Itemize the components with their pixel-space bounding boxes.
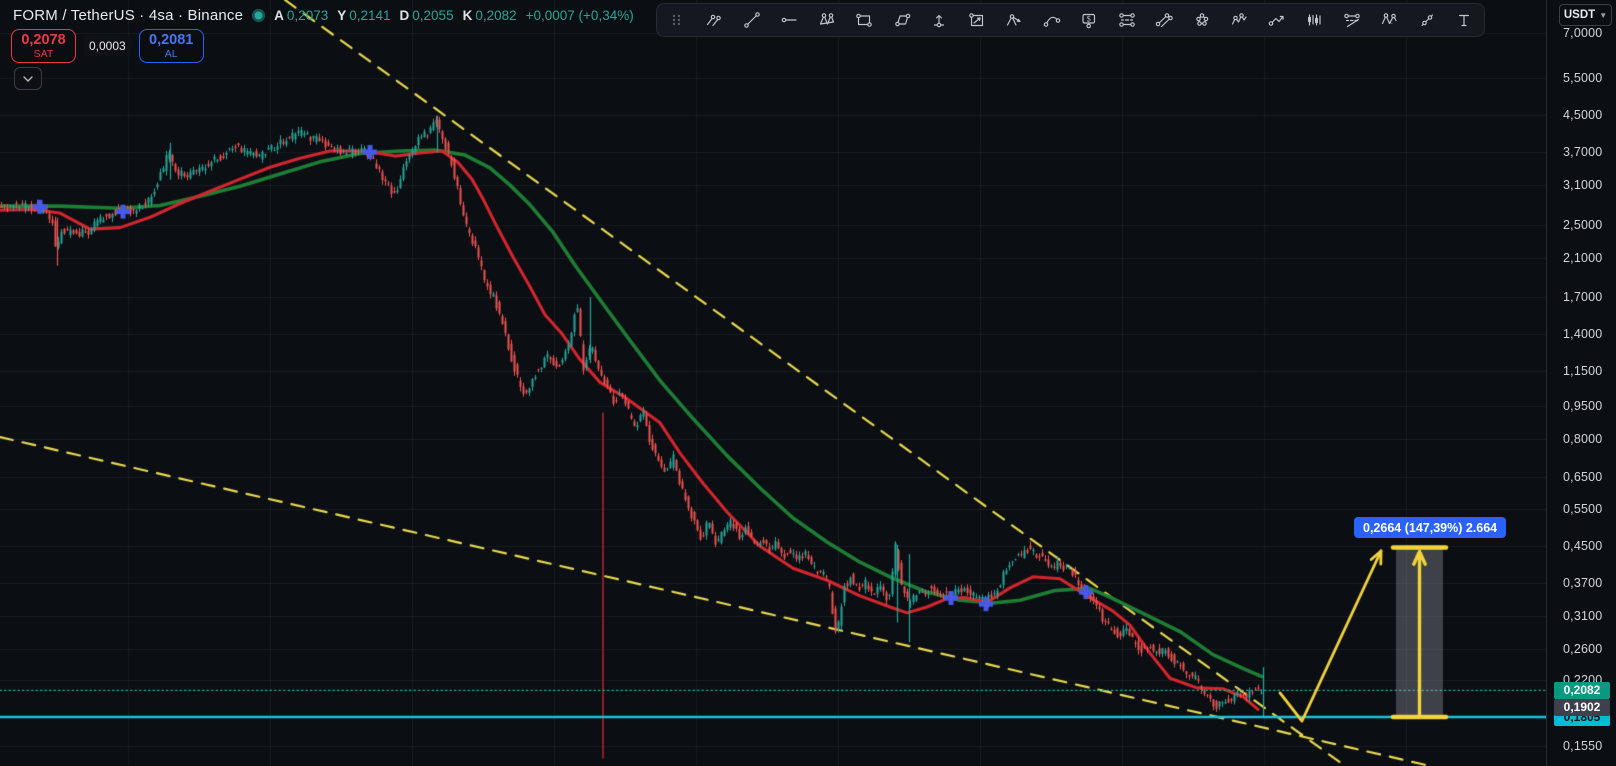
- ohlc-label: D: [399, 8, 410, 23]
- price-tick-label: 1,1500: [1563, 363, 1603, 378]
- gray-price-badge: 0,1902: [1554, 699, 1610, 717]
- sell-price: 0,2078: [21, 31, 66, 48]
- chevron-down-icon: [23, 75, 33, 82]
- tool-trend-line[interactable]: [741, 10, 762, 31]
- price-tick-label: 1,4000: [1563, 326, 1603, 341]
- tool-harmonic-pattern[interactable]: c: [1379, 10, 1400, 31]
- fib-retracement-icon: [1118, 13, 1135, 27]
- tool-bars-pattern[interactable]: [1304, 10, 1325, 31]
- tool-price-label[interactable]: $: [1079, 10, 1100, 31]
- text-icon: [1458, 14, 1470, 27]
- tool-projection[interactable]: [966, 10, 987, 31]
- ohlc-value: 0,2055: [412, 8, 454, 23]
- price-label-icon: $: [1082, 13, 1096, 29]
- trend-line-icon: [743, 12, 760, 28]
- arc-icon: [1043, 16, 1060, 27]
- harmonic-pattern-icon: c: [1381, 13, 1397, 26]
- parallel-channel-icon: [1155, 13, 1173, 28]
- buy-price: 0,2081: [149, 31, 194, 48]
- currency-selector-button[interactable]: USDT ▼: [1559, 4, 1612, 26]
- price-tick-label: 3,1000: [1563, 178, 1603, 193]
- tool-cycle-pattern[interactable]: [1191, 10, 1212, 31]
- price-tick-label: 0,3700: [1563, 575, 1603, 590]
- tool-trend-arrow[interactable]: [1266, 10, 1287, 31]
- price-tick-label: 0,8000: [1563, 431, 1603, 446]
- ohlc-value: 0,2141: [349, 8, 391, 23]
- sell-label: SAT: [33, 47, 54, 60]
- tool-text[interactable]: [1454, 10, 1475, 31]
- price-tick-label: 1,7000: [1563, 290, 1603, 305]
- svg-text:c: c: [1390, 20, 1393, 26]
- price-tick-label: 0,1550: [1563, 738, 1603, 753]
- price-tick-label: 0,4500: [1563, 539, 1603, 554]
- cycle-pattern-icon: [1195, 13, 1208, 26]
- price-axis[interactable]: 7,0000 5,5000 4,5000 3,7000 3,1000 2,5000 2,10…: [1546, 0, 1616, 766]
- rectangle-icon: [856, 13, 872, 27]
- drawing-toolbar: $ c: [656, 3, 1485, 37]
- tool-arc[interactable]: [1041, 10, 1062, 31]
- price-tick-label: 2,1000: [1563, 250, 1603, 265]
- price-tick-label: 0,6500: [1563, 470, 1603, 485]
- price-tick-label: 4,5000: [1563, 108, 1603, 123]
- market-status-icon: [252, 9, 266, 22]
- buy-label: AL: [164, 47, 178, 60]
- tool-rectangle[interactable]: [854, 10, 875, 31]
- trend-arrow-icon: [1268, 15, 1284, 26]
- tool-fib-channel[interactable]: [1341, 10, 1362, 31]
- ohlc-label: K: [462, 8, 473, 23]
- tool-trend-segments[interactable]: [704, 10, 725, 31]
- elliott-wave-icon: [1231, 13, 1247, 25]
- xabcd-pattern-icon: [819, 13, 834, 25]
- projection-icon: [968, 13, 983, 27]
- tool-triangle-pattern[interactable]: [1004, 10, 1025, 31]
- price-tick-label: 0,2600: [1563, 641, 1603, 656]
- tool-parallelogram[interactable]: [891, 10, 912, 31]
- current-price-badge: 0,2082: [1554, 682, 1610, 700]
- buy-button[interactable]: 0,2081 AL: [138, 29, 204, 63]
- price-chart-canvas[interactable]: [0, 0, 1546, 766]
- spread-value: 0,0003: [84, 36, 131, 56]
- trade-widget: 0,2078 SAT 0,0003 0,2081 AL: [11, 29, 204, 63]
- tool-date-price-range[interactable]: [929, 10, 950, 31]
- price-tick-label: 7,0000: [1563, 25, 1603, 40]
- ohlc-value: 0,2073: [286, 8, 329, 23]
- price-tick-label: 0,5500: [1563, 501, 1603, 516]
- chevron-down-icon: ▼: [1599, 10, 1608, 20]
- tool-elliott-wave[interactable]: [1229, 10, 1250, 31]
- price-change: +0,0007 (+0,34%): [525, 8, 634, 23]
- tool-xabcd-pattern[interactable]: [816, 10, 837, 31]
- svg-text:$: $: [1087, 14, 1091, 23]
- tool-sloped-trend-line[interactable]: [1416, 10, 1437, 31]
- drag-handle-icon[interactable]: [666, 10, 687, 31]
- triangle-pattern-icon: [1006, 14, 1021, 26]
- tool-fib-retracement[interactable]: [1116, 10, 1137, 31]
- price-tick-label: 3,7000: [1563, 145, 1603, 159]
- collapse-widget-button[interactable]: [14, 67, 42, 90]
- symbol-header: FORM / TetherUS · 4sa · Binance A 0,2073 Y…: [13, 7, 634, 24]
- tool-horizontal-ray[interactable]: [779, 10, 800, 31]
- measure-label[interactable]: 0,2664 (147,39%) 2.664: [1354, 517, 1507, 538]
- sell-button[interactable]: 0,2078 SAT: [11, 29, 76, 63]
- price-tick-label: 0,3100: [1563, 608, 1603, 623]
- price-tick-label: 2,5000: [1563, 218, 1603, 233]
- ohlc-label: A: [274, 8, 284, 23]
- symbol-title[interactable]: FORM / TetherUS · 4sa · Binance: [13, 7, 243, 24]
- ohlc-label: Y: [337, 8, 347, 23]
- currency-label: USDT: [1563, 9, 1596, 21]
- sloped-trend-line-icon: [1420, 14, 1433, 27]
- price-tick-label: 0,9500: [1563, 399, 1603, 414]
- drag-handle-icon: [672, 14, 680, 26]
- bars-pattern-icon: [1308, 14, 1321, 26]
- parallelogram-icon: [894, 13, 910, 27]
- date-price-range-icon: [933, 14, 945, 28]
- price-tick-label: 5,5000: [1563, 70, 1603, 85]
- fib-channel-icon: [1343, 13, 1360, 28]
- trend-segments-icon: [706, 14, 721, 27]
- tool-parallel-channel[interactable]: [1154, 10, 1175, 31]
- ohlc-value: 0,2082: [475, 8, 517, 23]
- horizontal-ray-icon: [781, 17, 797, 23]
- ohlc-values: A 0,2073 Y 0,2141 D 0,2055 K 0,2082: [274, 8, 516, 23]
